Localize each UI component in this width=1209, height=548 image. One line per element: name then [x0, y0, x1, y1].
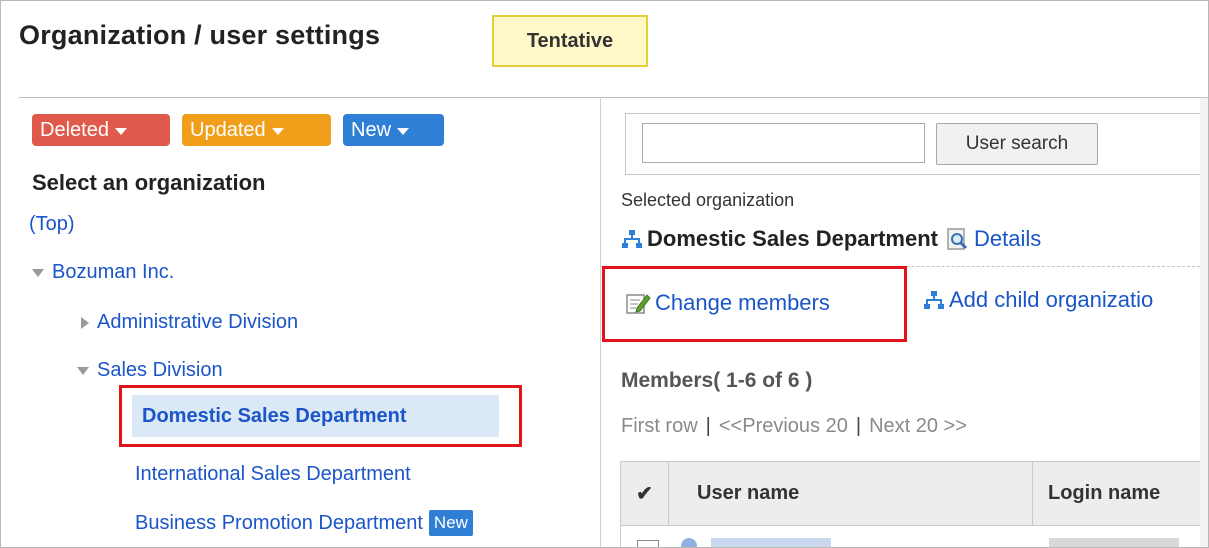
chevron-down-icon [271, 127, 284, 135]
tree-link-bozuman[interactable]: Bozuman Inc. [52, 261, 174, 284]
expanded-arrow-icon[interactable] [77, 366, 89, 375]
members-heading: Members( 1-6 of 6 ) [621, 369, 813, 392]
updated-filter-label: Updated [190, 118, 266, 141]
organization-detail-pane: User search Selected organization Domest… [601, 98, 1208, 547]
tree-link-international-sales[interactable]: International Sales Department [135, 463, 411, 486]
select-organization-heading: Select an organization [32, 170, 266, 195]
change-members-link[interactable]: Change members [625, 290, 830, 316]
user-search-input[interactable] [642, 123, 925, 163]
table-row-user-name-partial[interactable] [711, 538, 831, 547]
chevron-down-icon [114, 127, 127, 135]
tree-item-sales-division: Sales Division [77, 359, 223, 382]
pager-separator: | [855, 415, 862, 437]
checkmark-icon: ✔ [636, 483, 653, 505]
details-link[interactable]: Details [974, 226, 1041, 252]
organization-icon [622, 230, 642, 248]
tree-item-administrative-division: Administrative Division [81, 311, 298, 334]
change-members-highlight: Change members [602, 266, 907, 342]
user-search-box: User search [625, 113, 1208, 175]
first-row-link[interactable]: First row [621, 415, 698, 437]
vertical-scrollbar[interactable] [1200, 98, 1208, 547]
page-title: Organization / user settings [19, 20, 381, 50]
organization-icon [924, 291, 944, 309]
tree-link-domestic-sales[interactable]: Domestic Sales Department [142, 405, 407, 428]
tree-item-bozuman: Bozuman Inc. [32, 261, 174, 284]
column-header-user-name[interactable]: User name [669, 462, 1033, 526]
user-icon [681, 538, 697, 547]
filter-buttons: Deleted Updated New [32, 114, 444, 146]
updated-filter-button[interactable]: Updated [182, 114, 331, 146]
details-magnifier-icon[interactable] [946, 227, 970, 251]
selected-organization-row: Domestic Sales Department Details [621, 226, 1041, 252]
tentative-badge: Tentative [492, 15, 648, 67]
selected-organization-label: Selected organization [621, 190, 795, 210]
pager-separator: | [705, 415, 711, 437]
tree-item-international-sales: International Sales Department [135, 463, 411, 486]
new-badge: New [428, 510, 473, 536]
tree-item-business-promotion: Business Promotion Department New [135, 510, 473, 536]
deleted-filter-button[interactable]: Deleted [32, 114, 170, 146]
deleted-filter-label: Deleted [40, 118, 109, 141]
expanded-arrow-icon[interactable] [32, 268, 44, 277]
tree-link-administrative-division[interactable]: Administrative Division [97, 311, 298, 334]
select-all-checkbox-header[interactable]: ✔ [621, 462, 669, 526]
pager: First row | <<Previous 20 | Next 20 >> [621, 415, 967, 438]
new-filter-button[interactable]: New [343, 114, 444, 146]
column-header-login-name[interactable]: Login name [1033, 462, 1208, 526]
selected-department-highlight: Domestic Sales Department [119, 385, 522, 447]
user-search-button[interactable]: User search [936, 123, 1098, 165]
organization-tree-pane: Deleted Updated New Select an organizati… [19, 98, 600, 547]
change-members-label: Change members [655, 290, 830, 315]
chevron-down-icon [397, 127, 410, 135]
selected-organization-name: Domestic Sales Department [647, 226, 938, 251]
row-checkbox[interactable] [637, 540, 659, 547]
selected-department-item[interactable]: Domestic Sales Department [132, 395, 499, 437]
add-child-organization-link[interactable]: Add child organizatio [923, 287, 1153, 313]
settings-window: Organization / user settings Tentative D… [0, 0, 1209, 548]
new-filter-label: New [351, 118, 392, 141]
table-row-login-name-partial [1049, 538, 1179, 547]
collapsed-arrow-icon[interactable] [81, 316, 89, 329]
previous-page-link[interactable]: <<Previous 20 [719, 415, 848, 437]
tree-link-business-promotion[interactable]: Business Promotion Department [135, 512, 423, 535]
edit-icon [626, 294, 651, 314]
add-child-organization-label: Add child organizatio [949, 287, 1154, 312]
tree-link-sales-division[interactable]: Sales Division [97, 359, 223, 382]
top-link[interactable]: (Top) [29, 213, 75, 236]
next-page-link[interactable]: Next 20 >> [869, 415, 967, 437]
members-table: ✔ User name Login name [620, 461, 1208, 547]
